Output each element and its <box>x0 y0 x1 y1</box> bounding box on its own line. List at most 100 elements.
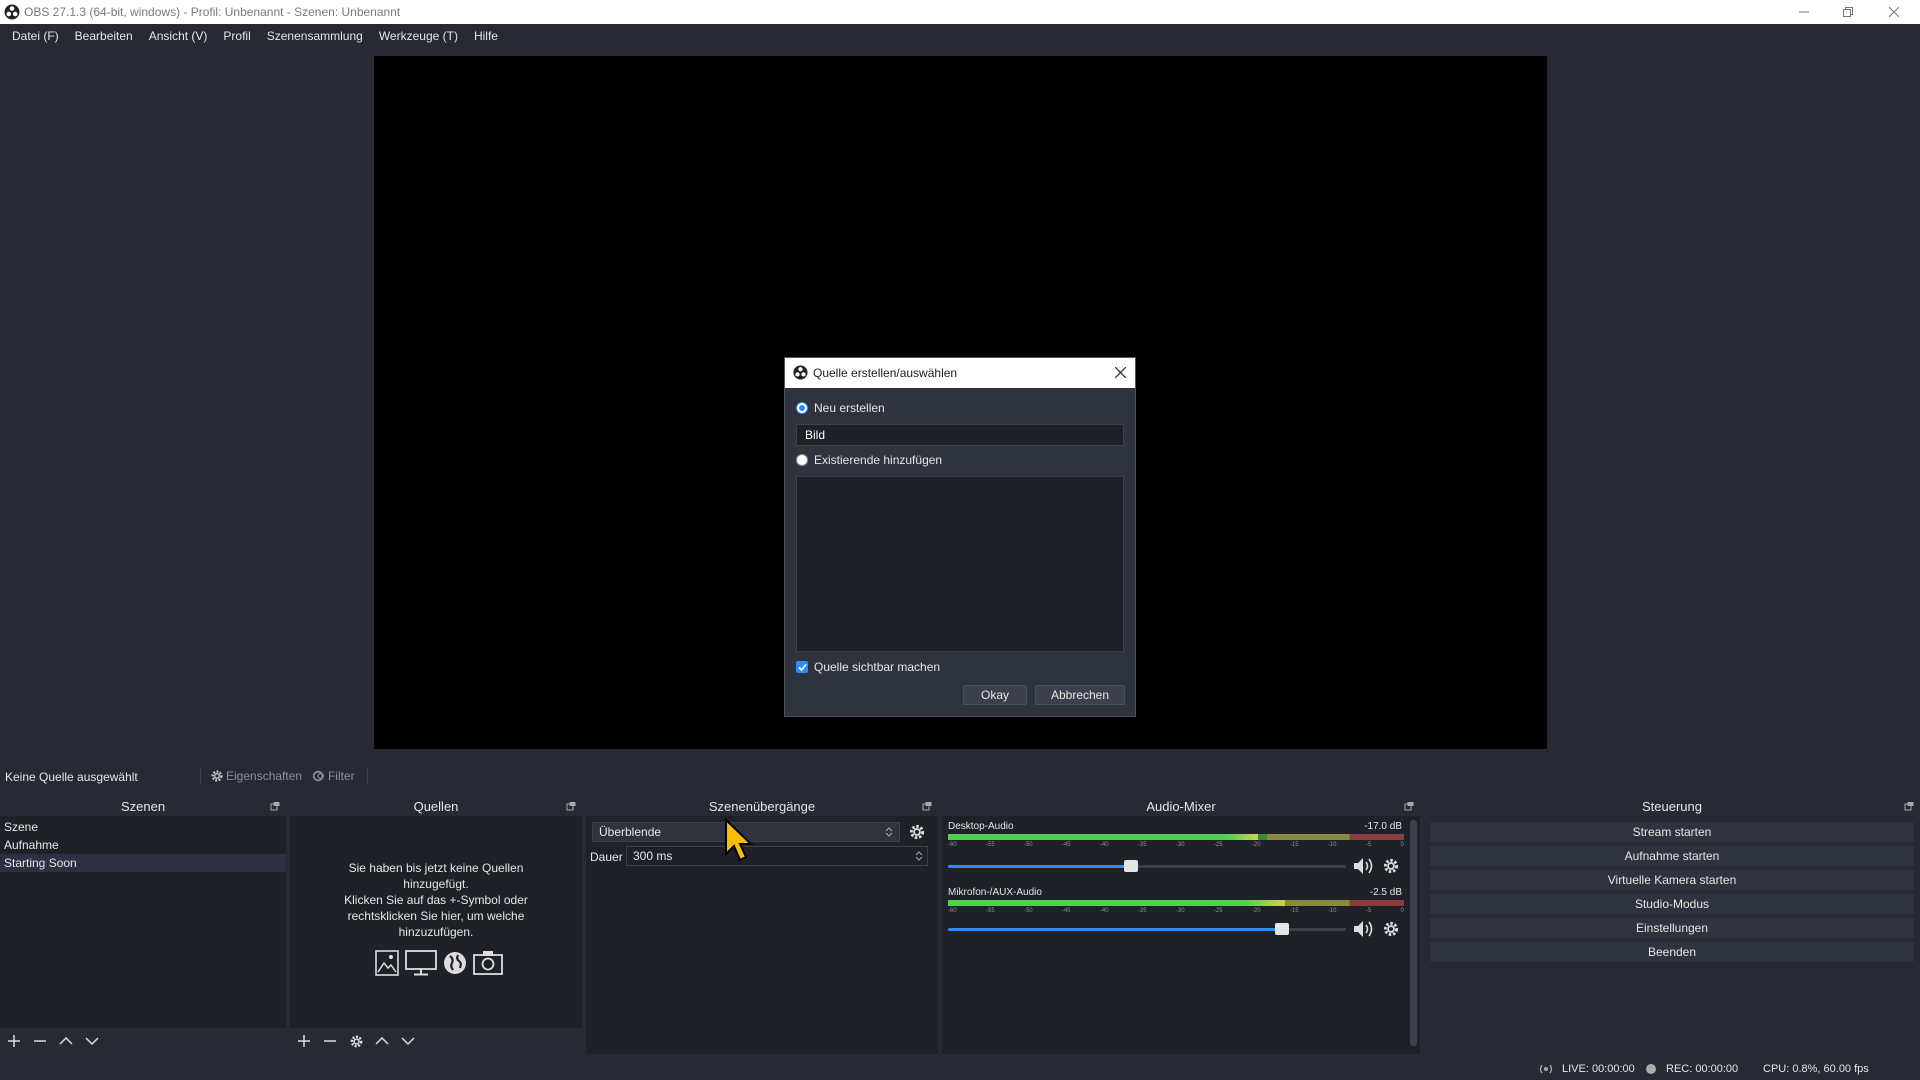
tick-label: -20 <box>1251 842 1261 848</box>
tick-label: -45 <box>1061 842 1071 848</box>
speaker-icon[interactable] <box>1352 919 1376 939</box>
remove-icon[interactable] <box>32 1033 48 1049</box>
dialog-close-icon[interactable] <box>1115 367 1126 378</box>
controls-dock-header: Steuerung <box>1424 796 1920 816</box>
undock-icon[interactable] <box>922 801 932 811</box>
mixer-scrollbar[interactable] <box>1410 820 1417 1046</box>
menu-szenensammlung[interactable]: Szenensammlung <box>259 29 371 43</box>
slider-fill <box>948 928 1283 931</box>
scene-item[interactable]: Szene <box>0 818 286 836</box>
scenes-footer <box>0 1028 286 1054</box>
add-icon[interactable] <box>296 1033 312 1049</box>
transitions-title: Szenenübergänge <box>708 798 816 814</box>
menu-ansicht[interactable]: Ansicht (V) <box>141 29 216 43</box>
audio-mixer-dock: Audio-Mixer Desktop-Audio -17.0 dB -60 -5… <box>942 796 1420 1054</box>
tick-label: -30 <box>1175 842 1185 848</box>
duration-spinbox[interactable]: 300 ms <box>626 846 928 866</box>
sources-footer <box>290 1028 582 1054</box>
dialog-header: Quelle erstellen/auswählen <box>785 358 1135 388</box>
filters-label: Filter <box>328 769 355 783</box>
exit-button[interactable]: Beenden <box>1430 942 1914 962</box>
sources-empty-message[interactable]: Sie haben bis jetzt keine Quellen hinzug… <box>290 860 582 940</box>
spin-arrows-icon[interactable] <box>915 850 923 862</box>
scenes-dock-header: Szenen <box>0 796 286 816</box>
volume-slider[interactable] <box>948 860 1346 872</box>
move-down-icon[interactable] <box>400 1033 416 1049</box>
tick-label: -55 <box>985 908 995 914</box>
empty-line: hinzuzufügen. <box>398 925 474 939</box>
settings-button[interactable]: Einstellungen <box>1430 918 1914 938</box>
move-down-icon[interactable] <box>84 1033 100 1049</box>
existing-sources-list[interactable] <box>796 476 1124 652</box>
radio-existing[interactable] <box>796 454 808 466</box>
sources-dock: Quellen Sie haben bis jetzt keine Quelle… <box>290 796 582 1054</box>
remove-icon[interactable] <box>322 1033 338 1049</box>
slider-knob[interactable] <box>1275 923 1290 935</box>
scene-item-selected[interactable]: Starting Soon <box>0 854 286 872</box>
menu-bearbeiten[interactable]: Bearbeiten <box>67 29 141 43</box>
menu-datei[interactable]: Datei (F) <box>4 29 67 43</box>
divider <box>367 767 368 785</box>
controls-title: Steuerung <box>1642 798 1702 814</box>
empty-line: Sie haben bis jetzt keine Quellen <box>348 861 524 875</box>
tick-label: -50 <box>1023 908 1033 914</box>
radio-new-label: Neu erstellen <box>814 401 885 415</box>
dialog-title: Quelle erstellen/auswählen <box>813 366 958 380</box>
add-icon[interactable] <box>6 1033 22 1049</box>
maximize-button[interactable] <box>1826 0 1870 24</box>
mixer-title: Audio-Mixer <box>1146 798 1216 814</box>
title-bar: OBS 27.1.3 (64-bit, windows) - Profil: U… <box>0 0 1920 24</box>
transition-gear-icon[interactable] <box>908 823 926 841</box>
cancel-button[interactable]: Abbrechen <box>1035 685 1125 705</box>
chevron-updown-icon <box>885 826 893 838</box>
source-toolbar: Keine Quelle ausgewählt Eigenschaften Fi… <box>0 763 1920 789</box>
sources-dock-header: Quellen <box>290 796 582 816</box>
mouse-cursor-icon <box>724 818 754 862</box>
tick-label: -35 <box>1137 908 1147 914</box>
undock-icon[interactable] <box>1404 801 1414 811</box>
channel-gear-icon[interactable] <box>1382 920 1400 938</box>
live-signal-icon <box>1537 1062 1555 1076</box>
channel-db: -17.0 dB <box>1364 821 1402 832</box>
virtual-camera-button[interactable]: Virtuelle Kamera starten <box>1430 870 1914 890</box>
filters-button[interactable]: Filter <box>312 766 355 786</box>
obs-logo-icon <box>793 365 808 380</box>
minimize-button[interactable] <box>1782 0 1826 24</box>
studio-mode-button[interactable]: Studio-Modus <box>1430 894 1914 914</box>
meter-level <box>948 900 1286 906</box>
transitions-dock: Szenenübergänge Überblende Dauer 300 ms <box>586 796 938 1054</box>
rec-dot-icon <box>1646 1064 1656 1074</box>
gear-icon[interactable] <box>348 1033 364 1049</box>
record-start-button[interactable]: Aufnahme starten <box>1430 846 1914 866</box>
properties-button[interactable]: Eigenschaften <box>210 766 302 786</box>
radio-new[interactable] <box>796 402 808 414</box>
move-up-icon[interactable] <box>58 1033 74 1049</box>
channel-gear-icon[interactable] <box>1382 857 1400 875</box>
menu-hilfe[interactable]: Hilfe <box>466 29 506 43</box>
scene-item[interactable]: Aufnahme <box>0 836 286 854</box>
undock-icon[interactable] <box>566 801 576 811</box>
visible-checkbox[interactable] <box>796 661 808 673</box>
tick-label: 0 <box>1400 908 1404 914</box>
empty-line: rechtsklicken Sie hier, um welche <box>347 909 525 923</box>
visible-checkbox-label: Quelle sichtbar machen <box>814 660 941 674</box>
undock-icon[interactable] <box>1904 801 1914 811</box>
menu-profil[interactable]: Profil <box>215 29 258 43</box>
slider-knob[interactable] <box>1124 860 1139 872</box>
source-name-input[interactable] <box>796 424 1124 446</box>
live-time: LIVE: 00:00:00 <box>1562 1063 1635 1075</box>
mixer-dock-header: Audio-Mixer <box>942 796 1420 816</box>
stream-start-button[interactable]: Stream starten <box>1430 822 1914 842</box>
image-icon <box>375 950 399 976</box>
close-window-button[interactable] <box>1872 0 1916 24</box>
speaker-icon[interactable] <box>1352 856 1376 876</box>
undock-icon[interactable] <box>270 801 280 811</box>
gear-icon <box>210 769 224 783</box>
controls-dock: Steuerung Stream starten Aufnahme starte… <box>1424 796 1920 1054</box>
move-up-icon[interactable] <box>374 1033 390 1049</box>
globe-icon <box>443 950 467 976</box>
ok-button[interactable]: Okay <box>963 685 1027 705</box>
volume-slider[interactable] <box>948 923 1346 935</box>
tick-label: -10 <box>1327 908 1337 914</box>
menu-werkzeuge[interactable]: Werkzeuge (T) <box>371 29 466 43</box>
